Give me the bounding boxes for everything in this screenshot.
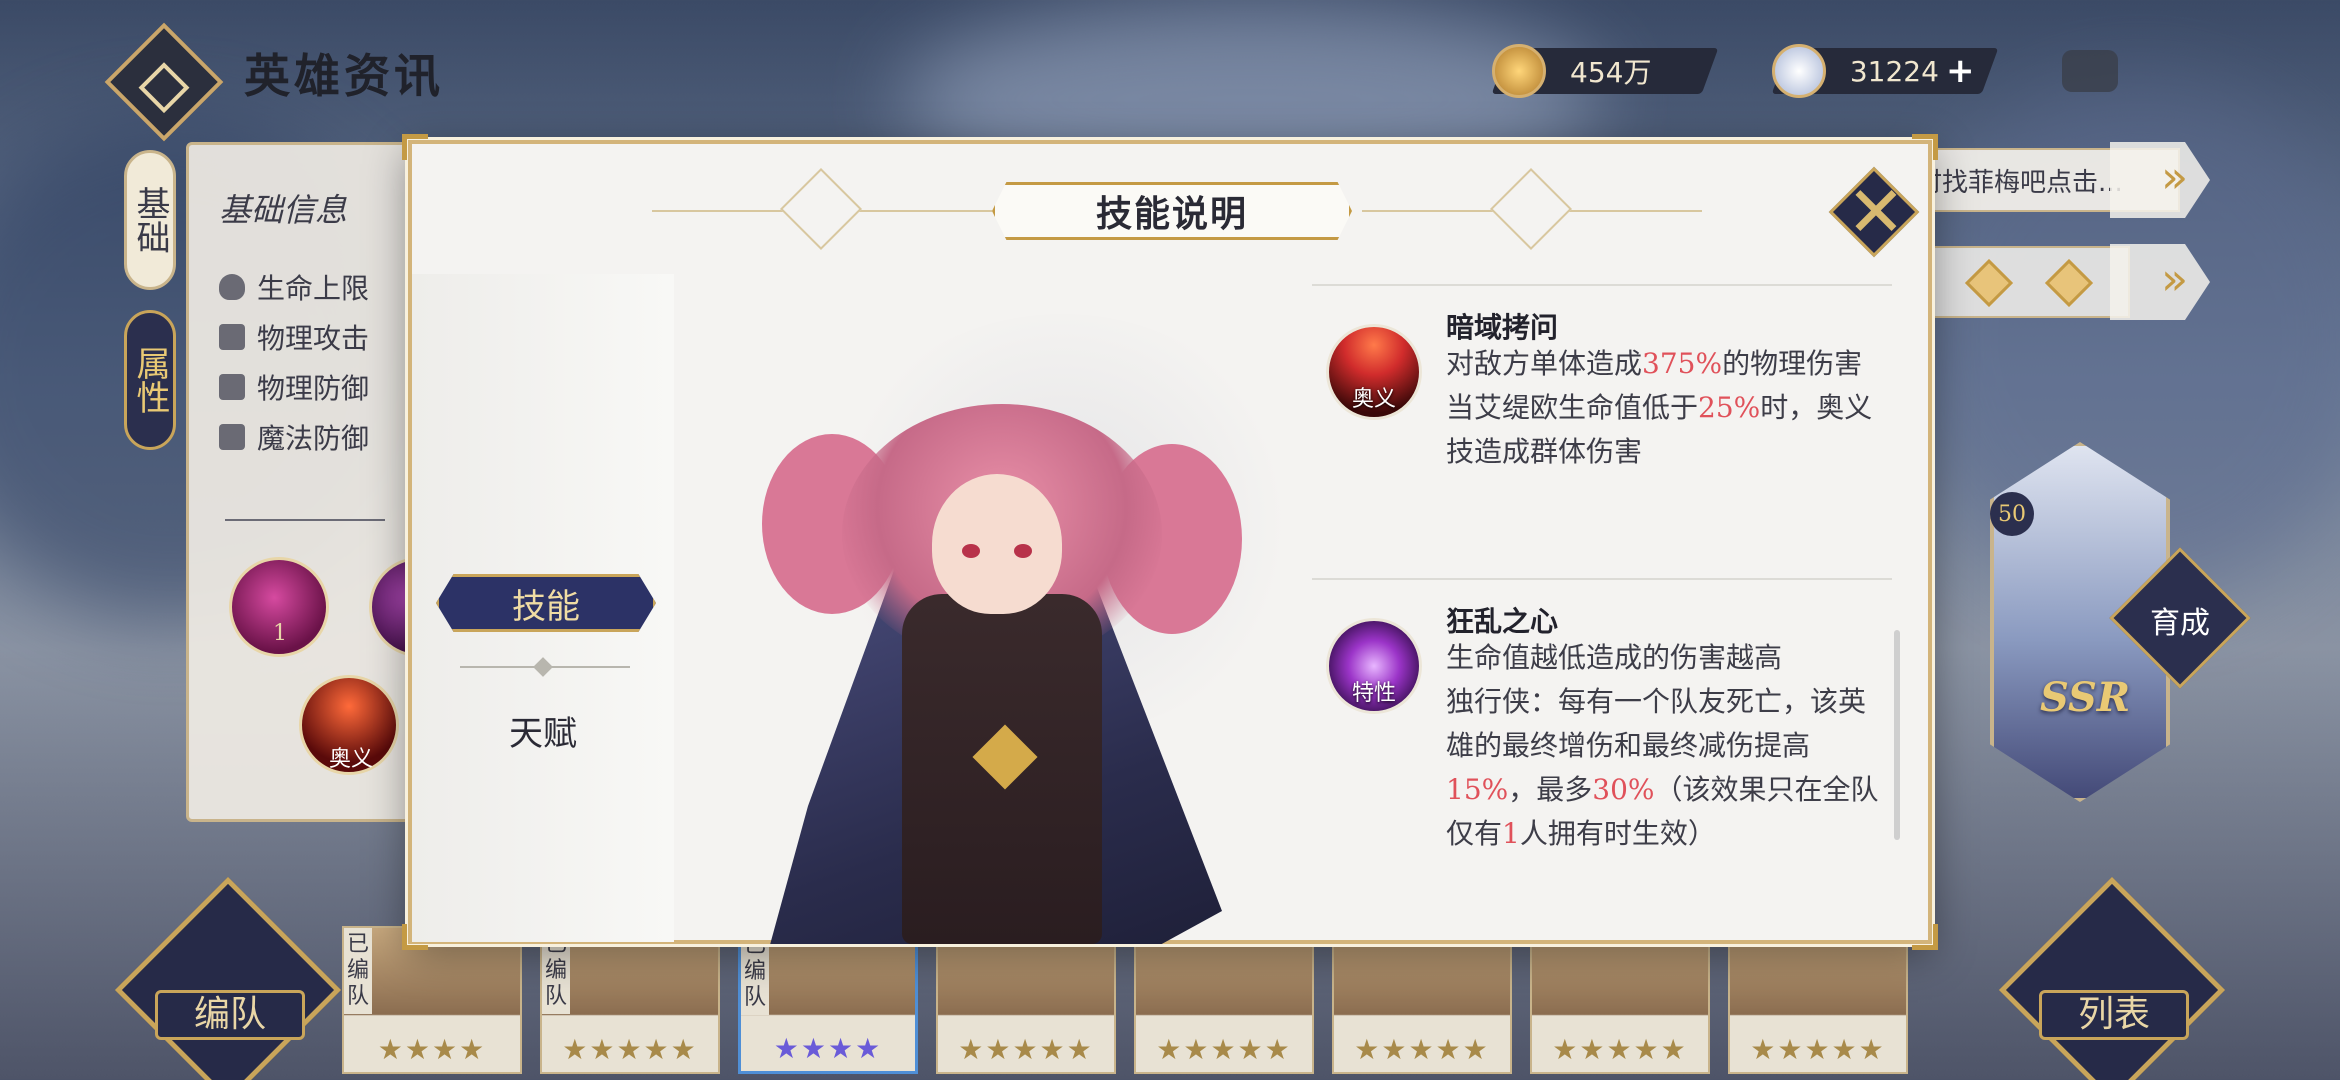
attr-row-mdef: 魔法防御 bbox=[219, 417, 369, 457]
tab-attributes[interactable]: 属性 bbox=[124, 310, 176, 450]
skill-name: 狂乱之心 bbox=[1446, 605, 1559, 638]
gold-coin-icon bbox=[1492, 44, 1546, 98]
attr-label: 生命上限 bbox=[257, 272, 370, 305]
hero-stars: ★★★★★ bbox=[1750, 1033, 1886, 1066]
hero-stars: ★★★★★ bbox=[958, 1033, 1094, 1066]
hint-text: 时找菲梅吧点击... bbox=[1916, 167, 2123, 198]
skill-description-modal: 技能说明 ✕ 技能 天赋 奥义 暗域拷问 对敌方单体造成375%的物理伤害 当艾… bbox=[402, 134, 1938, 950]
rarity-label: SSR bbox=[2040, 674, 2131, 721]
character-eye bbox=[962, 544, 980, 558]
desc-text: 生命值越低造成的伤害越高 bbox=[1446, 641, 1783, 674]
gold-amount: 454万 bbox=[1570, 56, 1652, 89]
desc-text: ，最多 bbox=[1508, 773, 1593, 806]
skill-name: 暗域拷问 bbox=[1446, 311, 1559, 344]
hero-slot-selected[interactable]: 已编队 ★★★★ bbox=[738, 926, 918, 1074]
desc-highlight: 1 bbox=[1502, 817, 1520, 850]
modal-title: 技能说明 bbox=[1095, 193, 1248, 235]
basic-info-title: 基础信息 bbox=[219, 191, 348, 229]
team-button[interactable] bbox=[114, 876, 342, 1080]
list-label: 列表 bbox=[2039, 990, 2189, 1040]
trait-skill-icon[interactable]: 特性 bbox=[1326, 618, 1422, 714]
gold-currency: 454万 bbox=[1491, 44, 1719, 98]
attr-row-patk: 物理攻击 bbox=[219, 317, 369, 357]
skill-list-scrollbar[interactable] bbox=[1894, 630, 1900, 840]
hero-stars: ★★★★★ bbox=[1156, 1033, 1292, 1066]
tab-basic-label: 基础 bbox=[130, 186, 170, 254]
tab-basic[interactable]: 基础 bbox=[124, 150, 176, 290]
attr-row-pdef: 物理防御 bbox=[219, 367, 369, 407]
skill-description: 对敌方单体造成375%的物理伤害 当艾缇欧生命值低于25%时，奥义技造成群体伤害 bbox=[1446, 342, 1886, 474]
character-eye bbox=[1014, 544, 1032, 558]
character-face bbox=[932, 474, 1062, 614]
sword-icon bbox=[219, 324, 245, 350]
shield-icon bbox=[219, 374, 245, 400]
desc-highlight: 15% bbox=[1446, 773, 1509, 806]
divider bbox=[225, 519, 385, 521]
ultimate-skill-icon[interactable]: 奥义 bbox=[1326, 324, 1422, 420]
desc-highlight: 375% bbox=[1642, 347, 1723, 380]
chat-icon[interactable] bbox=[2062, 50, 2118, 92]
heart-icon bbox=[219, 274, 245, 300]
skill-icon-tag: 奥义 bbox=[1351, 387, 1396, 412]
grow-label: 育成 bbox=[2150, 606, 2210, 641]
top-bar: 英雄资讯 454万 31224 + bbox=[0, 0, 2340, 142]
desc-highlight: 25% bbox=[1698, 391, 1761, 424]
corner-ornament bbox=[1912, 924, 1938, 950]
skill-description: 生命值越低造成的伤害越高 独行侠：每有一个队友死亡，该英雄的最终增伤和最终减伤提… bbox=[1446, 636, 1886, 856]
tab-attributes-label: 属性 bbox=[130, 346, 170, 414]
hero-slot[interactable]: ★★★★★ bbox=[1728, 926, 1908, 1074]
rune-icon bbox=[2044, 258, 2094, 308]
desc-text: 当艾缇欧生命值低于 bbox=[1446, 391, 1699, 424]
hero-level-badge: 50 bbox=[1990, 492, 2034, 536]
skill-orb-number: 1 bbox=[273, 621, 287, 646]
skill-orb-tag: 奥义 bbox=[329, 747, 374, 772]
close-icon[interactable]: ✕ bbox=[1844, 172, 1908, 252]
hero-stars: ★★★★ bbox=[377, 1033, 487, 1066]
in-team-tag: 已编队 bbox=[344, 928, 372, 1014]
hero-stars: ★★★★★ bbox=[1354, 1033, 1490, 1066]
header-ornament-diamond bbox=[779, 167, 863, 251]
desc-text: 独行侠：每有一个队友死亡，该英雄的最终增伤和最终减伤提高 bbox=[1446, 685, 1867, 762]
skill-list[interactable]: 奥义 暗域拷问 对敌方单体造成375%的物理伤害 当艾缇欧生命值低于25%时，奥… bbox=[1312, 284, 1902, 924]
gem-currency: 31224 + bbox=[1771, 44, 1999, 98]
hero-slot[interactable]: ★★★★★ bbox=[936, 926, 1116, 1074]
back-button[interactable] bbox=[104, 22, 224, 142]
hero-character-art bbox=[562, 294, 1302, 944]
attr-label: 物理防御 bbox=[257, 372, 370, 405]
corner-ornament bbox=[1912, 134, 1938, 160]
team-label: 编队 bbox=[155, 990, 305, 1040]
header-ornament-diamond bbox=[1489, 167, 1573, 251]
gem-icon bbox=[1772, 44, 1826, 98]
list-button[interactable] bbox=[1998, 876, 2226, 1080]
hero-stars: ★★★★★ bbox=[562, 1033, 698, 1066]
hero-slot[interactable]: 已编队 ★★★★★ bbox=[540, 926, 720, 1074]
attr-row-hp: 生命上限 bbox=[219, 267, 369, 307]
desc-highlight: 30% bbox=[1592, 773, 1655, 806]
hero-slot[interactable]: ★★★★★ bbox=[1530, 926, 1710, 1074]
rune-bar bbox=[1900, 246, 2130, 318]
attr-label: 魔法防御 bbox=[257, 422, 370, 455]
add-gems-button[interactable]: + bbox=[1946, 51, 1975, 91]
skill-icon-tag: 特性 bbox=[1351, 681, 1396, 706]
skill-separator bbox=[1312, 284, 1892, 286]
attr-label: 物理攻击 bbox=[257, 322, 370, 355]
magic-shield-icon bbox=[219, 424, 245, 450]
desc-text: 对敌方单体造成 bbox=[1446, 347, 1643, 380]
hero-stars: ★★★★ bbox=[773, 1032, 883, 1065]
hero-stars: ★★★★★ bbox=[1552, 1033, 1688, 1066]
hero-slot[interactable]: 已编队 ★★★★ bbox=[342, 926, 522, 1074]
page-title: 英雄资讯 bbox=[244, 49, 444, 103]
hero-slot[interactable]: ★★★★★ bbox=[1134, 926, 1314, 1074]
corner-ornament bbox=[402, 134, 428, 160]
desc-text: 的物理伤害 bbox=[1722, 347, 1863, 380]
gem-amount: 31224 bbox=[1850, 54, 1940, 88]
desc-text: 人拥有时生效） bbox=[1519, 817, 1716, 850]
rune-icon bbox=[1964, 258, 2014, 308]
skill-separator bbox=[1312, 578, 1892, 580]
modal-title-banner: 技能说明 bbox=[992, 182, 1352, 240]
hero-slot[interactable]: ★★★★★ bbox=[1332, 926, 1512, 1074]
